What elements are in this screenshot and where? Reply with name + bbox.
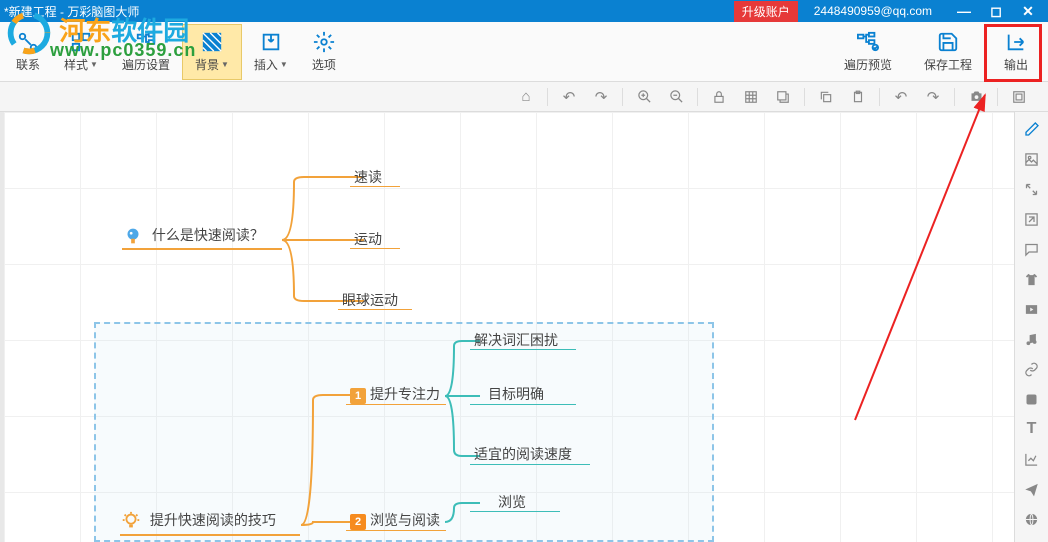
mindmap-node[interactable]: 什么是快速阅读？ — [122, 225, 264, 247]
maximize-button[interactable]: ◻ — [980, 0, 1012, 22]
preview-icon — [856, 30, 880, 54]
edit-panel-button[interactable] — [1019, 116, 1045, 142]
expand-panel-button[interactable] — [1019, 176, 1045, 202]
minimize-button[interactable]: — — [948, 0, 980, 22]
fullscreen-button[interactable] — [1006, 84, 1032, 110]
save-tool[interactable]: 保存工程 — [908, 24, 988, 80]
background-tool[interactable]: 背景▼ — [182, 24, 242, 80]
comment-panel-button[interactable] — [1019, 236, 1045, 262]
window-controls: — ◻ ✕ — [948, 0, 1044, 22]
chevron-down-icon: ▼ — [221, 60, 229, 69]
chart-panel-button[interactable] — [1019, 446, 1045, 472]
layers-button[interactable] — [770, 84, 796, 110]
number-badge: 2 — [350, 514, 366, 530]
relation-tool[interactable]: 联系 — [4, 24, 52, 80]
image-panel-button[interactable] — [1019, 146, 1045, 172]
copy-button[interactable] — [813, 84, 839, 110]
window-title: *新建工程 - 万彩脑图大师 — [4, 3, 734, 20]
style-icon — [69, 30, 93, 54]
text-panel-button[interactable]: T — [1019, 416, 1045, 442]
number-badge: 1 — [350, 388, 366, 404]
mindmap-node[interactable]: 2浏览与阅读 — [350, 510, 440, 530]
music-panel-button[interactable] — [1019, 326, 1045, 352]
lock-button[interactable] — [706, 84, 732, 110]
insert-tool[interactable]: 插入▼ — [242, 24, 300, 80]
mindmap-node[interactable]: 浏览 — [498, 492, 526, 512]
forward-button[interactable]: ↷ — [920, 84, 946, 110]
mindmap-node[interactable]: 目标明确 — [488, 384, 544, 404]
close-button[interactable]: ✕ — [1012, 0, 1044, 22]
home-button[interactable]: ⌂ — [513, 84, 539, 110]
connector-teal — [442, 500, 482, 530]
traverse-tool[interactable]: 遍历设置 — [110, 24, 182, 80]
upgrade-badge[interactable]: 升级账户 — [734, 1, 798, 22]
insert-icon — [259, 30, 283, 54]
right-panel: T — [1014, 112, 1048, 542]
mindmap-node[interactable]: 眼球运动 — [342, 290, 398, 310]
save-icon — [936, 30, 960, 54]
traverse-icon — [134, 30, 158, 54]
main-area: 什么是快速阅读？ 速读 运动 眼球运动 提升快速阅读的技巧 — [0, 112, 1048, 542]
grid-button[interactable] — [738, 84, 764, 110]
background-icon — [200, 30, 224, 54]
bulb-icon — [122, 225, 144, 247]
globe-panel-button[interactable] — [1019, 506, 1045, 532]
export-icon — [1004, 30, 1028, 54]
title-bar: *新建工程 - 万彩脑图大师 升级账户 2448490959@qq.com — … — [0, 0, 1048, 22]
chevron-down-icon: ▼ — [90, 60, 98, 69]
send-panel-button[interactable] — [1019, 476, 1045, 502]
sub-toolbar: ⌂ ↶ ↷ ↶ ↷ — [0, 82, 1048, 112]
export-tool[interactable]: 输出 — [988, 24, 1044, 80]
mindmap-node[interactable]: 适宜的阅读速度 — [474, 444, 572, 464]
mindmap-node[interactable]: 速读 — [354, 167, 382, 187]
lightbulb-icon — [120, 510, 142, 532]
zoom-out-button[interactable] — [663, 84, 689, 110]
mindmap-node[interactable]: 1提升专注力 — [350, 384, 440, 404]
style-tool[interactable]: 样式▼ — [52, 24, 110, 80]
attachment-panel-button[interactable] — [1019, 356, 1045, 382]
undo-button[interactable]: ↶ — [556, 84, 582, 110]
mindmap-node[interactable]: 解决词汇困扰 — [474, 330, 558, 350]
selection-box — [94, 322, 714, 542]
redo-button[interactable]: ↷ — [588, 84, 614, 110]
camera-button[interactable] — [963, 84, 989, 110]
mindmap-node[interactable]: 运动 — [354, 229, 382, 249]
relation-icon — [16, 30, 40, 54]
main-toolbar: 联系 样式▼ 遍历设置 背景▼ 插入▼ 选项 遍历预览 — [0, 22, 1048, 82]
connector — [298, 390, 358, 535]
link-panel-button[interactable] — [1019, 206, 1045, 232]
zoom-in-button[interactable] — [631, 84, 657, 110]
gear-icon — [312, 30, 336, 54]
canvas[interactable]: 什么是快速阅读？ 速读 运动 眼球运动 提升快速阅读的技巧 — [0, 112, 1014, 542]
user-email[interactable]: 2448490959@qq.com — [798, 4, 948, 18]
shape-panel-button[interactable] — [1019, 386, 1045, 412]
back-button[interactable]: ↶ — [888, 84, 914, 110]
options-tool[interactable]: 选项 — [300, 24, 348, 80]
video-panel-button[interactable] — [1019, 296, 1045, 322]
preview-tool[interactable]: 遍历预览 — [828, 24, 908, 80]
chevron-down-icon: ▼ — [280, 60, 288, 69]
paste-button[interactable] — [845, 84, 871, 110]
mindmap-node[interactable]: 提升快速阅读的技巧 — [120, 510, 276, 532]
shirt-panel-button[interactable] — [1019, 266, 1045, 292]
